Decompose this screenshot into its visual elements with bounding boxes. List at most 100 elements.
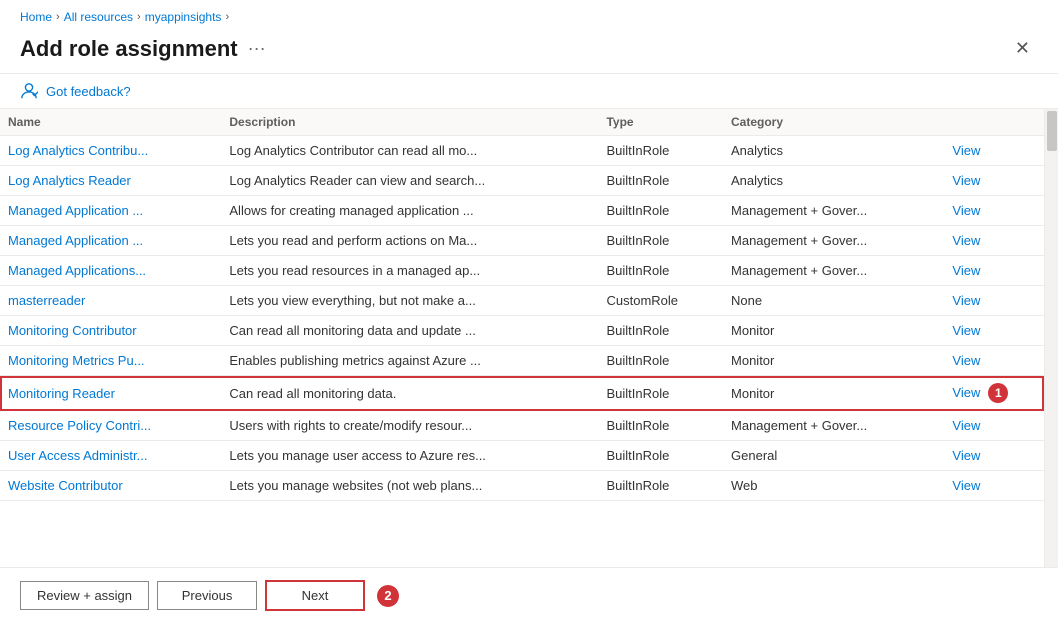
role-desc: Lets you view everything, but not make a… [221,286,598,316]
col-header-view [944,109,1044,136]
page-title-row: Add role assignment ··· [20,36,266,62]
role-category: Web [723,471,944,501]
role-name[interactable]: Website Contributor [0,471,221,501]
role-name[interactable]: Monitoring Contributor [0,316,221,346]
role-desc: Log Analytics Reader can view and search… [221,166,598,196]
role-category: Management + Gover... [723,411,944,441]
role-category: Management + Gover... [723,196,944,226]
role-view[interactable]: View [944,196,1044,226]
role-category: Monitor [723,376,944,411]
role-name[interactable]: Managed Application ... [0,196,221,226]
title-menu-icon[interactable]: ··· [248,38,266,59]
role-view[interactable]: View [944,256,1044,286]
role-desc: Can read all monitoring data and update … [221,316,598,346]
role-category: Analytics [723,166,944,196]
role-category: Management + Gover... [723,256,944,286]
role-type: BuiltInRole [598,136,723,166]
col-header-type: Type [598,109,723,136]
table-row[interactable]: Monitoring ReaderCan read all monitoring… [0,376,1044,411]
role-desc: Can read all monitoring data. [221,376,598,411]
role-type: BuiltInRole [598,346,723,376]
role-desc: Enables publishing metrics against Azure… [221,346,598,376]
role-category: Monitor [723,346,944,376]
breadcrumb-home[interactable]: Home [20,10,52,24]
scrollbar-track[interactable] [1044,109,1058,567]
role-desc: Allows for creating managed application … [221,196,598,226]
role-type: BuiltInRole [598,411,723,441]
role-name[interactable]: Managed Applications... [0,256,221,286]
close-button[interactable]: ✕ [1007,34,1038,63]
role-view[interactable]: View [944,286,1044,316]
footer: Review + assign Previous Next 2 [0,567,1058,623]
role-view[interactable]: View [944,226,1044,256]
table-header-row: Name Description Type Category [0,109,1044,136]
role-view[interactable]: View [944,316,1044,346]
table-row[interactable]: Monitoring ContributorCan read all monit… [0,316,1044,346]
role-view[interactable]: View1 [944,376,1044,411]
table-row[interactable]: Website ContributorLets you manage websi… [0,471,1044,501]
role-name[interactable]: Monitoring Reader [0,376,221,411]
role-type: BuiltInRole [598,226,723,256]
role-category: Management + Gover... [723,226,944,256]
table-scroll[interactable]: Name Description Type Category Log Analy… [0,109,1044,567]
role-name[interactable]: Monitoring Metrics Pu... [0,346,221,376]
table-row[interactable]: Resource Policy Contri...Users with righ… [0,411,1044,441]
role-name[interactable]: masterreader [0,286,221,316]
role-type: BuiltInRole [598,441,723,471]
role-view[interactable]: View [944,346,1044,376]
role-view[interactable]: View [944,136,1044,166]
table-row[interactable]: Managed Applications...Lets you read res… [0,256,1044,286]
role-name[interactable]: Resource Policy Contri... [0,411,221,441]
role-name[interactable]: Log Analytics Contribu... [0,136,221,166]
role-view[interactable]: View [944,166,1044,196]
breadcrumb-sep1: › [56,11,60,23]
role-category: Analytics [723,136,944,166]
role-type: BuiltInRole [598,166,723,196]
role-name[interactable]: Managed Application ... [0,226,221,256]
role-name[interactable]: User Access Administr... [0,441,221,471]
breadcrumb-sep3: › [225,11,229,23]
table-row[interactable]: Managed Application ...Allows for creati… [0,196,1044,226]
table-row[interactable]: masterreaderLets you view everything, bu… [0,286,1044,316]
role-desc: Lets you manage user access to Azure res… [221,441,598,471]
role-name[interactable]: Log Analytics Reader [0,166,221,196]
role-view[interactable]: View [944,471,1044,501]
page-header: Add role assignment ··· ✕ [0,30,1058,74]
previous-button[interactable]: Previous [157,581,257,610]
role-category: Monitor [723,316,944,346]
main-layout: Home › All resources › myappinsights › A… [0,0,1058,623]
role-desc: Users with rights to create/modify resou… [221,411,598,441]
next-button[interactable]: Next [265,580,365,611]
role-type: BuiltInRole [598,256,723,286]
role-view[interactable]: View [944,441,1044,471]
table-row[interactable]: Log Analytics Contribu...Log Analytics C… [0,136,1044,166]
feedback-link[interactable]: Got feedback? [46,84,131,99]
annotation-badge-1: 1 [988,383,1008,403]
role-type: BuiltInRole [598,196,723,226]
role-desc: Lets you manage websites (not web plans.… [221,471,598,501]
role-type: BuiltInRole [598,376,723,411]
review-assign-button[interactable]: Review + assign [20,581,149,610]
col-header-desc: Description [221,109,598,136]
role-desc: Lets you read and perform actions on Ma.… [221,226,598,256]
table-row[interactable]: Managed Application ...Lets you read and… [0,226,1044,256]
role-category: None [723,286,944,316]
role-desc: Lets you read resources in a managed ap.… [221,256,598,286]
feedback-person-icon [20,82,38,100]
page-title: Add role assignment [20,36,238,62]
breadcrumb-all-resources[interactable]: All resources [64,10,133,24]
role-type: CustomRole [598,286,723,316]
scrollbar-thumb[interactable] [1047,111,1057,151]
role-desc: Log Analytics Contributor can read all m… [221,136,598,166]
role-category: General [723,441,944,471]
feedback-bar: Got feedback? [0,74,1058,109]
table-row[interactable]: User Access Administr...Lets you manage … [0,441,1044,471]
table-row[interactable]: Monitoring Metrics Pu...Enables publishi… [0,346,1044,376]
breadcrumb-myappinsights[interactable]: myappinsights [145,10,222,24]
table-row[interactable]: Log Analytics ReaderLog Analytics Reader… [0,166,1044,196]
breadcrumb: Home › All resources › myappinsights › [0,0,1058,30]
role-type: BuiltInRole [598,471,723,501]
role-view[interactable]: View [944,411,1044,441]
col-header-category: Category [723,109,944,136]
annotation-badge-2: 2 [377,585,399,607]
